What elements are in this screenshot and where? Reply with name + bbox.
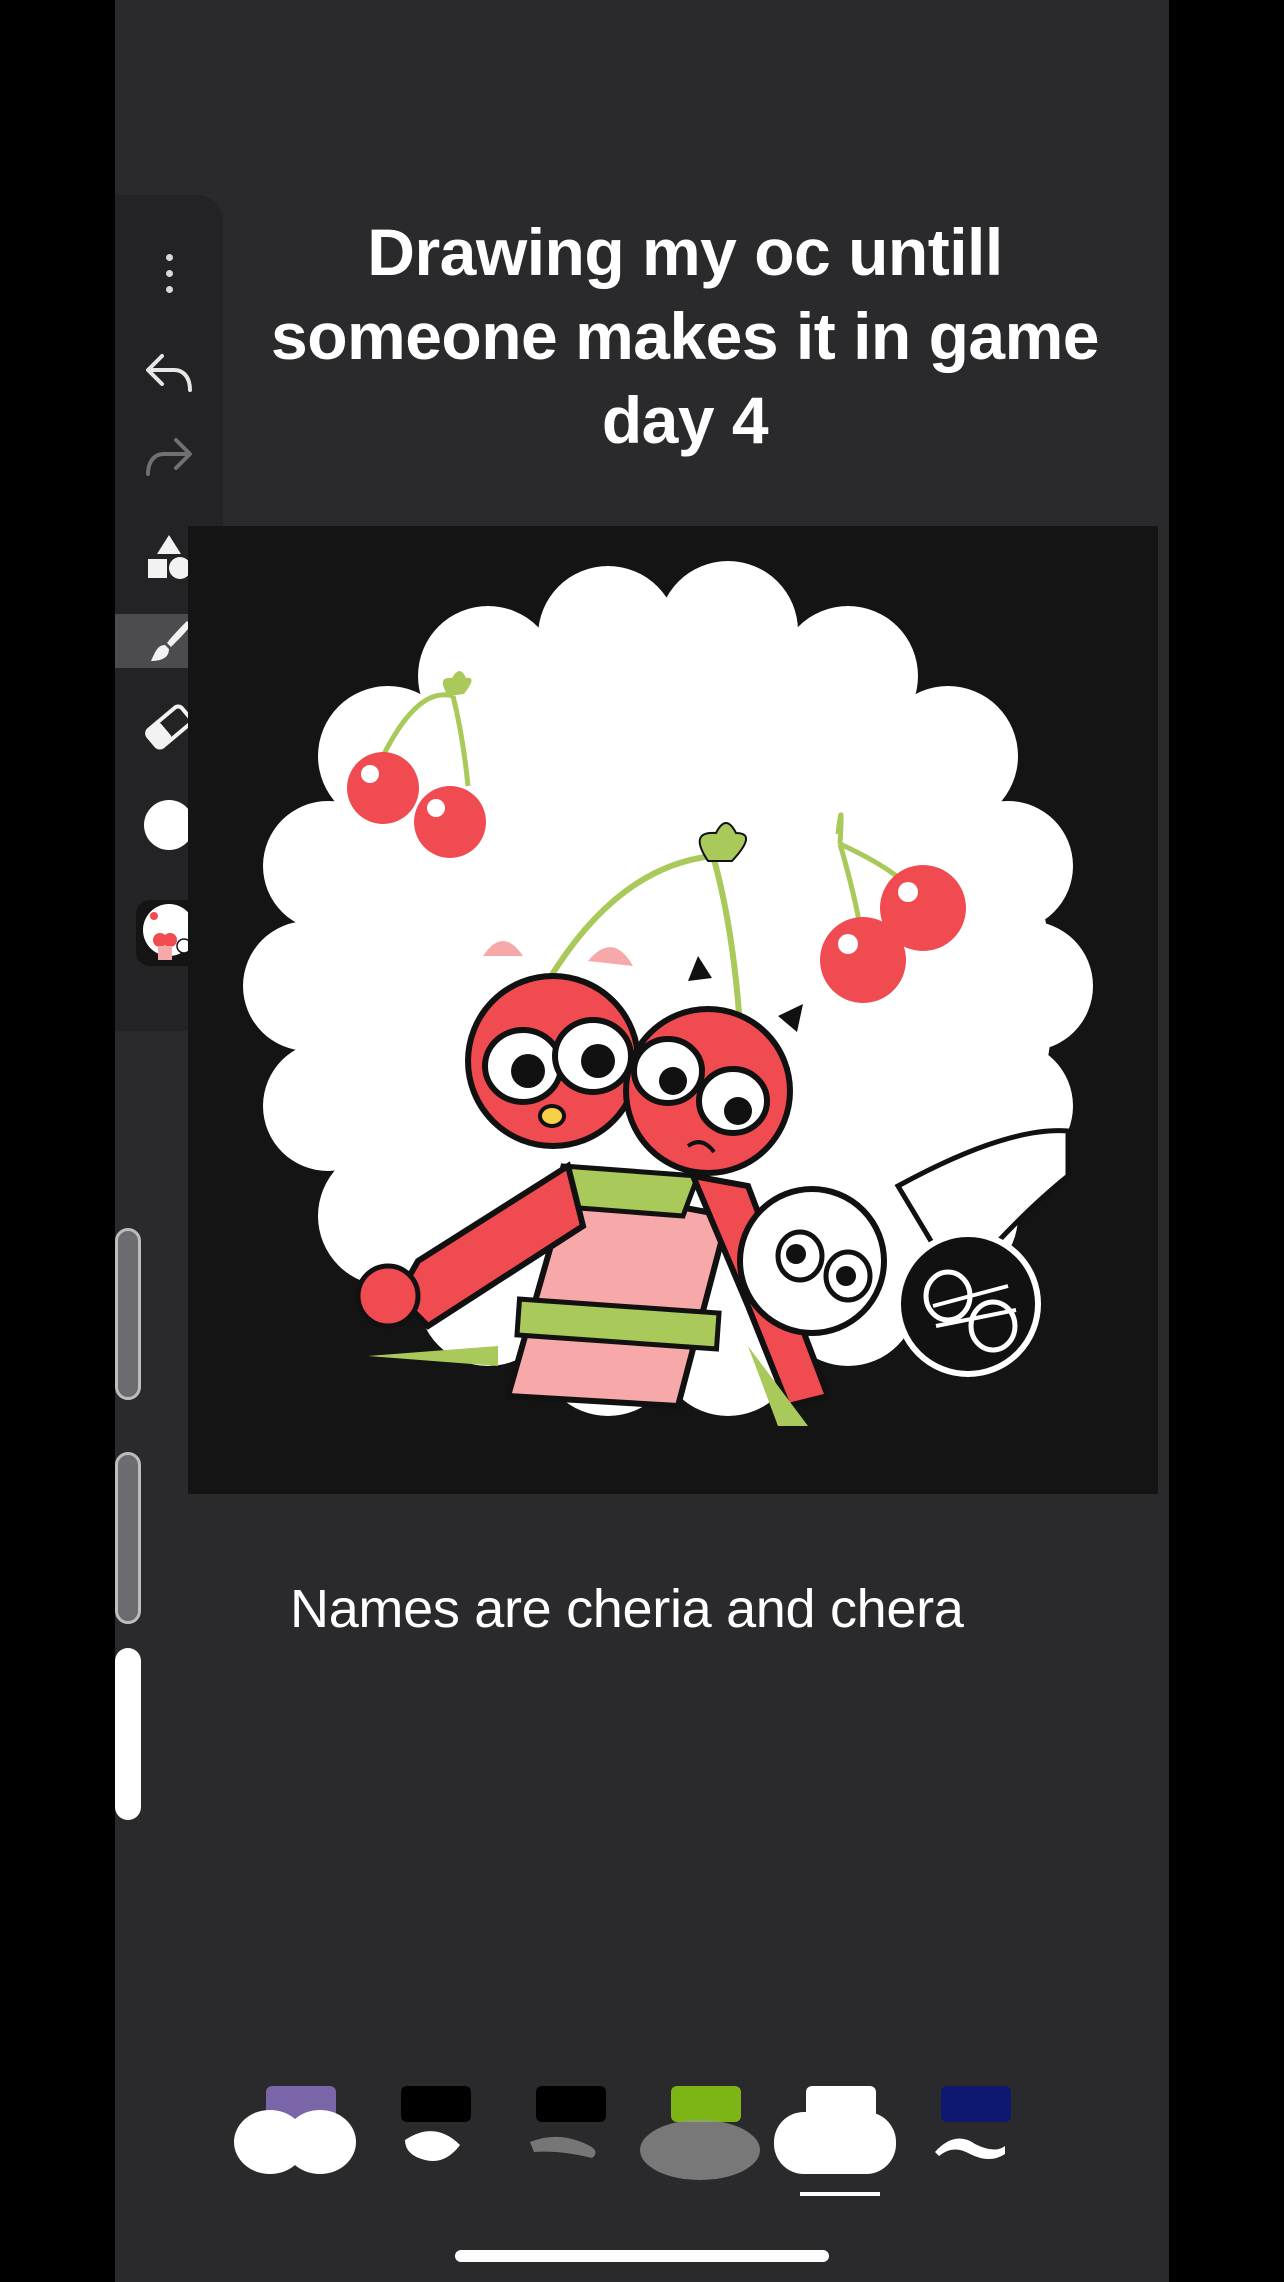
brush-size-slider[interactable]	[115, 1228, 141, 1400]
title-line: Drawing my oc untill	[367, 215, 1003, 289]
brush-preset[interactable]	[635, 2080, 765, 2190]
oc-drawing	[188, 526, 1158, 1494]
brush-preset[interactable]	[365, 2080, 495, 2190]
brush-preset[interactable]	[500, 2080, 630, 2190]
post-caption: Names are cheria and chera	[290, 1579, 964, 1639]
drawing-canvas[interactable]	[188, 526, 1158, 1494]
menu-dot	[165, 285, 173, 293]
redo-icon	[146, 438, 192, 476]
brush-stroke-preview	[405, 2131, 460, 2161]
undo-icon	[146, 354, 192, 392]
brush-presets-bar	[230, 2080, 1030, 2200]
brush-stroke-preview	[530, 2136, 596, 2158]
brush-preset[interactable]	[230, 2080, 360, 2190]
menu-dot	[165, 253, 173, 261]
title-line: someone makes it in game	[271, 299, 1100, 373]
selected-brush-indicator	[800, 2192, 880, 2196]
menu-dot	[165, 269, 173, 277]
brush-preset-selected[interactable]	[770, 2080, 900, 2190]
post-title: Drawing my oc untill someone makes it in…	[225, 210, 1145, 462]
redo-button[interactable]	[115, 422, 223, 492]
shapes-icon	[148, 535, 191, 579]
undo-button[interactable]	[115, 338, 223, 408]
brush-stroke-preview	[234, 2110, 356, 2174]
more-vertical-icon[interactable]	[115, 238, 223, 308]
brush-stroke-preview	[640, 2120, 760, 2180]
brush-flow-slider[interactable]	[115, 1648, 141, 1820]
color-swatch-icon	[144, 800, 194, 850]
brush-preset[interactable]	[905, 2080, 1035, 2190]
brush-stroke-preview	[774, 2112, 896, 2174]
brush-opacity-slider[interactable]	[115, 1452, 141, 1624]
title-line: day 4	[601, 383, 769, 457]
home-indicator[interactable]	[455, 2250, 829, 2262]
brush-stroke-preview	[935, 2138, 1005, 2159]
